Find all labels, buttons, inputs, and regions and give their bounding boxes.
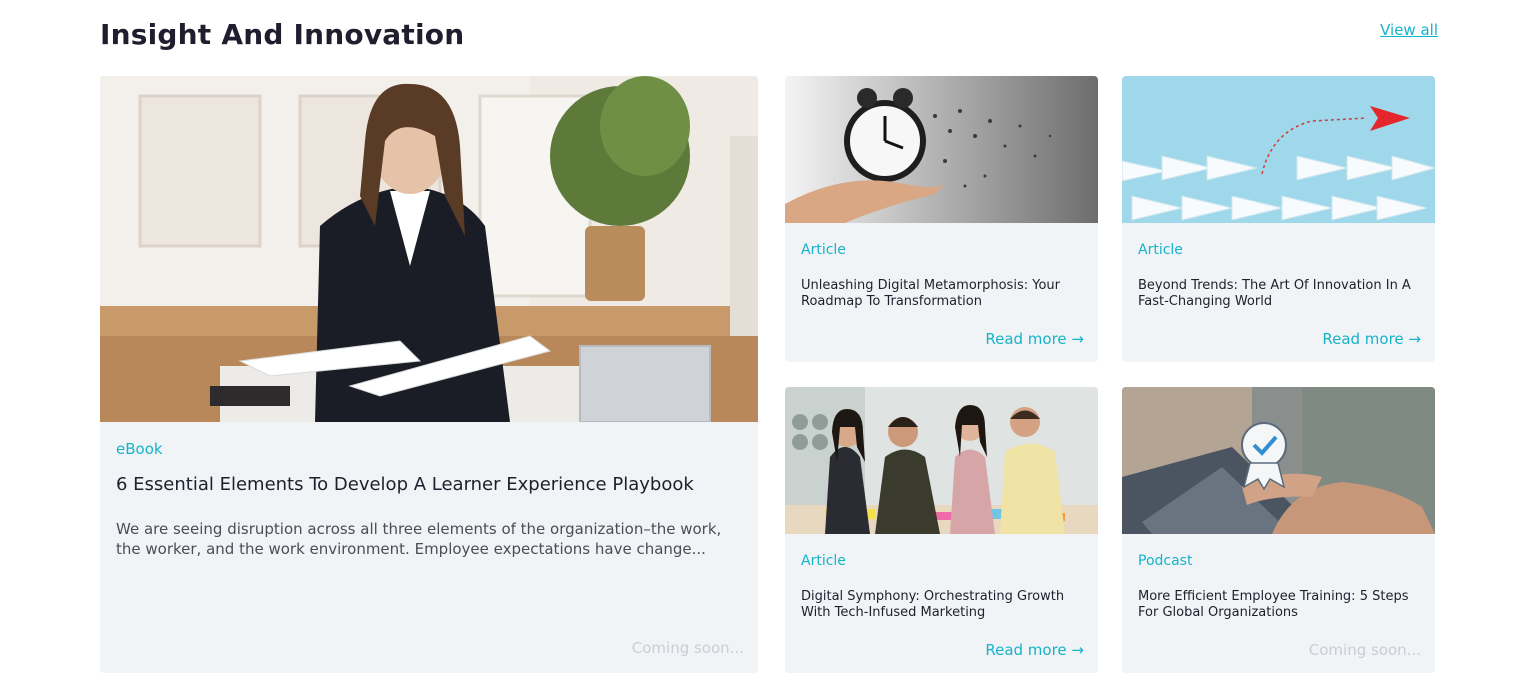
card-image-team (785, 387, 1098, 534)
card-tag: Article (1138, 242, 1183, 258)
card-image-clock (785, 76, 1098, 223)
card-tag: Podcast (1138, 553, 1193, 569)
card-title[interactable]: Beyond Trends: The Art Of Innovation In … (1138, 278, 1423, 310)
featured-title[interactable]: 6 Essential Elements To Develop A Learne… (116, 474, 736, 495)
featured-card[interactable]: eBook 6 Essential Elements To Develop A … (100, 76, 758, 673)
coming-soon-label: Coming soon... (1308, 641, 1421, 659)
article-card[interactable]: Article Digital Symphony: Orchestrating … (785, 387, 1098, 673)
card-image-laptop (1122, 387, 1435, 534)
card-title[interactable]: Unleashing Digital Metamorphosis: Your R… (801, 278, 1086, 310)
card-title[interactable]: More Efficient Employee Training: 5 Step… (1138, 589, 1423, 621)
page-title: Insight And Innovation (100, 18, 465, 51)
podcast-card[interactable]: Podcast More Efficient Employee Training… (1122, 387, 1435, 673)
read-more-link[interactable]: Read more → (985, 641, 1084, 659)
card-image-paper-planes (1122, 76, 1435, 223)
article-card[interactable]: Article Beyond Trends: The Art Of Innova… (1122, 76, 1435, 362)
section-header: Insight And Innovation View all (100, 18, 1440, 58)
featured-image (100, 76, 758, 422)
featured-tag: eBook (116, 440, 163, 458)
card-tag: Article (801, 242, 846, 258)
featured-coming-soon: Coming soon... (631, 639, 744, 657)
read-more-link[interactable]: Read more → (1322, 330, 1421, 348)
article-card[interactable]: Article Unleashing Digital Metamorphosis… (785, 76, 1098, 362)
view-all-link[interactable]: View all (1380, 21, 1438, 39)
featured-excerpt: We are seeing disruption across all thre… (116, 520, 722, 558)
card-tag: Article (801, 553, 846, 569)
read-more-link[interactable]: Read more → (985, 330, 1084, 348)
card-title[interactable]: Digital Symphony: Orchestrating Growth W… (801, 589, 1086, 621)
